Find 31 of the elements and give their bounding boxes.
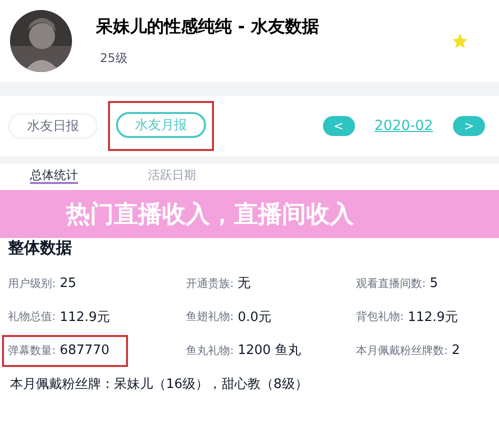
stat-label: 背包礼物: [356,309,404,325]
banner: 热门直播收入，直播间收入 [0,190,499,238]
stat-value: 5 [430,275,438,293]
stat-label: 弹幕数量: [8,342,56,358]
badges-line: 本月佩戴粉丝牌：呆妹儿（16级），甜心教（8级） [9,376,309,394]
month-link[interactable]: 2020-02 [374,116,433,136]
stat-value: 无 [238,275,251,293]
user-level: 25级 [100,50,128,67]
stat-value: 1200 鱼丸 [238,342,301,360]
previous-month-button[interactable]: < [322,116,354,136]
stat-label: 鱼丸礼物: [186,342,234,358]
page-title: 呆妹儿的性感纯纯 - 水友数据 [96,16,320,40]
section-tab[interactable]: 总体统计 [30,168,78,184]
stat-value: 687770 [60,342,110,360]
stat-label: 本月佩戴粉丝牌数: [356,342,448,358]
stat-label: 鱼翅礼物: [186,309,234,325]
stat-value: 25 [60,275,76,293]
section-title: 整体数据 [7,237,73,259]
stat-label: 开通贵族: [186,276,234,292]
stat-label: 观看直播间数: [356,276,426,292]
report-tab[interactable]: 水友月报 [116,112,206,138]
stat-value: 112.9元 [408,308,458,326]
section-tab[interactable]: 活跃日期 [148,168,196,184]
stat-label: 礼物总值: [8,309,56,325]
stat-label: 用户级别: [8,276,56,292]
next-month-button[interactable]: > [453,116,485,136]
stat-value: 2 [452,342,460,360]
stat-value: 0.0元 [238,308,272,326]
star-icon[interactable] [451,32,469,50]
stat-value: 112.9元 [60,308,110,326]
report-tab[interactable]: 水友日报 [8,113,98,140]
